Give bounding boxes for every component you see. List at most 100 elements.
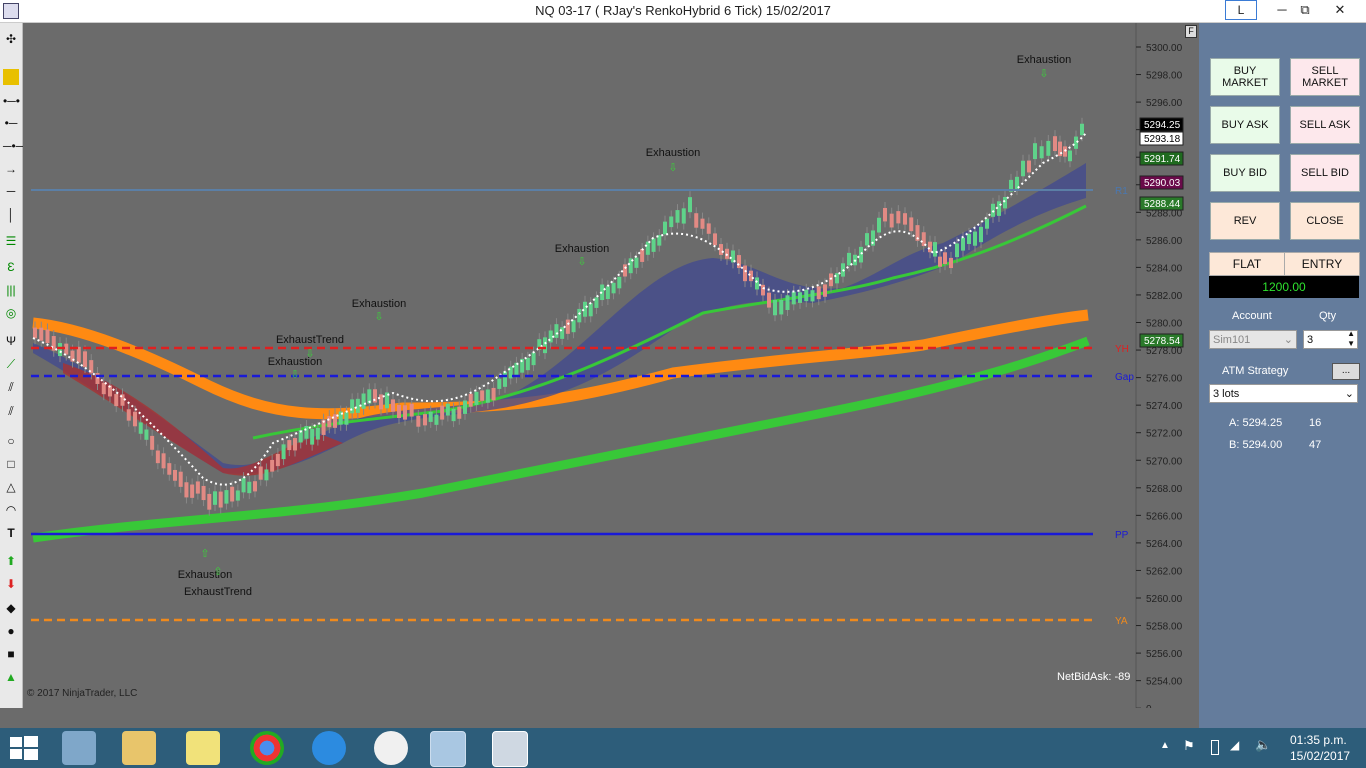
reverse-button[interactable]: REV [1210, 202, 1280, 240]
y-tick-label: 5260.00 [1146, 594, 1183, 605]
sell-market-button[interactable]: SELL MARKET [1290, 58, 1360, 96]
triangle-icon[interactable]: △ [3, 479, 19, 495]
y-tick-label: 5274.00 [1146, 401, 1183, 412]
candle-body [611, 282, 616, 294]
calculator-icon[interactable] [62, 731, 96, 765]
dot-icon[interactable]: ● [3, 623, 19, 639]
candle-body [434, 414, 439, 425]
candle-body [577, 308, 582, 323]
candle-body [938, 256, 942, 267]
crosshair-icon[interactable]: ✣ [3, 31, 19, 47]
clock-time[interactable]: 01:35 p.m. [1290, 733, 1347, 747]
candle-body [877, 217, 881, 233]
arrow-line-icon[interactable]: → [3, 161, 19, 177]
candle-body [58, 343, 62, 357]
atm-more-button[interactable]: ... [1332, 363, 1360, 380]
vertical-line-icon[interactable]: │ [3, 207, 19, 223]
buy-ask-button[interactable]: BUY ASK [1210, 106, 1280, 144]
candle-body [445, 403, 450, 416]
candle-body [173, 469, 177, 481]
start-button[interactable] [10, 736, 38, 760]
signal-icon[interactable]: ◢ [1230, 738, 1239, 752]
channel-icon[interactable]: ⫽ [3, 403, 19, 419]
candle-body [1039, 146, 1044, 159]
sell-bid-button[interactable]: SELL BID [1290, 154, 1360, 192]
hand-tool-icon[interactable] [430, 731, 466, 767]
arc-icon[interactable]: ◠ [3, 502, 19, 518]
y-tick-label: 5256.00 [1146, 649, 1183, 660]
candle-body [133, 411, 137, 427]
y-tick-label: 5276.00 [1146, 374, 1183, 385]
internet-explorer-icon[interactable] [312, 731, 346, 765]
candle-body [554, 324, 559, 338]
ninjatrader-icon[interactable] [492, 731, 528, 767]
arrow-down-icon[interactable]: ⬇ [3, 576, 19, 592]
diamond-icon[interactable]: ◆ [3, 600, 19, 616]
qty-stepper[interactable]: 3 ▲ ▼ [1303, 329, 1358, 349]
clock-date[interactable]: 15/02/2017 [1290, 749, 1350, 763]
exhaustion-down-arrow-icon: ⇩ [668, 162, 677, 174]
drawing-toolbar: ✣ •─• •─ ─•─ → ─ │ ☰ Ɛ ||| ◎ Ψ ⟋ ⫽ ⫽ ○ □… [0, 23, 24, 708]
chart-canvas[interactable]: 5300.005298.005296.005294.005292.005290.… [22, 23, 1198, 722]
pnl-value: 1200.00 [1209, 276, 1359, 298]
file-explorer-icon[interactable] [122, 731, 156, 765]
candle-body [565, 319, 570, 334]
candle-body [275, 453, 280, 467]
sell-ask-button[interactable]: SELL ASK [1290, 106, 1360, 144]
itunes-icon[interactable] [374, 731, 408, 765]
exhaustion-down-arrow-icon: ⇩ [374, 311, 383, 323]
extended-line-icon[interactable]: ─•─ [3, 138, 24, 154]
candle-body [114, 394, 119, 407]
account-select[interactable]: Sim101 ⌄ [1209, 330, 1297, 349]
candle-body [560, 327, 565, 339]
text-icon[interactable]: T [3, 525, 19, 541]
buy-bid-button[interactable]: BUY BID [1210, 154, 1280, 192]
taskbar: ▲ ⚑ ◢ 🔈 01:35 p.m. 15/02/2017 [0, 728, 1366, 768]
fib-extension-icon[interactable]: Ɛ [3, 259, 19, 275]
rectangle-icon[interactable]: □ [3, 456, 19, 472]
ray-icon[interactable]: •─ [3, 115, 19, 131]
candle-body [634, 257, 639, 268]
candle-body [1027, 160, 1031, 173]
candle-body [101, 382, 106, 395]
close-position-button[interactable]: CLOSE [1290, 202, 1360, 240]
sticky-notes-icon[interactable] [186, 731, 220, 765]
arrow-up-icon[interactable]: ⬆ [3, 553, 19, 569]
close-window-button[interactable]: ✕ [1326, 0, 1354, 22]
volume-icon[interactable]: 🔈 [1255, 737, 1271, 753]
fibonacci-icon[interactable]: ☰ [3, 233, 19, 249]
fib-circle-icon[interactable]: ◎ [3, 305, 19, 321]
f-button[interactable]: F [1185, 25, 1197, 38]
battery-icon[interactable] [1211, 740, 1219, 755]
restore-button[interactable]: ⧉ [1291, 0, 1319, 22]
link-button[interactable]: L [1225, 0, 1257, 20]
candle-body [241, 478, 246, 493]
triangle-up-icon[interactable]: ▲ [3, 669, 19, 685]
stepper-arrows-icon[interactable]: ▲ ▼ [1347, 329, 1355, 349]
ellipse-icon[interactable]: ○ [3, 433, 19, 449]
pitchfork-icon[interactable]: Ψ [3, 333, 19, 349]
line-icon[interactable]: •─• [3, 93, 20, 109]
candle-body [253, 481, 257, 492]
candle-body [161, 453, 166, 469]
ruler-icon[interactable] [3, 69, 19, 85]
price-chart[interactable]: 5300.005298.005296.005294.005292.005290.… [22, 23, 1198, 722]
candle-body [681, 208, 686, 224]
gann-fan-icon[interactable]: ⟋ [3, 356, 19, 372]
atm-strategy-select[interactable]: 3 lots ⌄ [1209, 384, 1358, 403]
candle-body [184, 482, 189, 498]
tray-chevron-icon[interactable]: ▲ [1160, 740, 1170, 751]
candle-body [896, 211, 901, 224]
square-icon[interactable]: ■ [3, 646, 19, 662]
regression-icon[interactable]: ⫽ [3, 379, 19, 395]
flag-icon[interactable]: ⚑ [1183, 738, 1195, 754]
windows-logo-icon [10, 736, 38, 760]
candle-body [623, 264, 627, 277]
candle-body [45, 329, 50, 344]
candle-body [150, 435, 155, 450]
horizontal-line-icon[interactable]: ─ [3, 183, 19, 199]
chrome-icon[interactable] [250, 731, 284, 765]
fib-time-icon[interactable]: ||| [3, 282, 19, 298]
buy-market-button[interactable]: BUY MARKET [1210, 58, 1280, 96]
candle-body [39, 327, 44, 341]
